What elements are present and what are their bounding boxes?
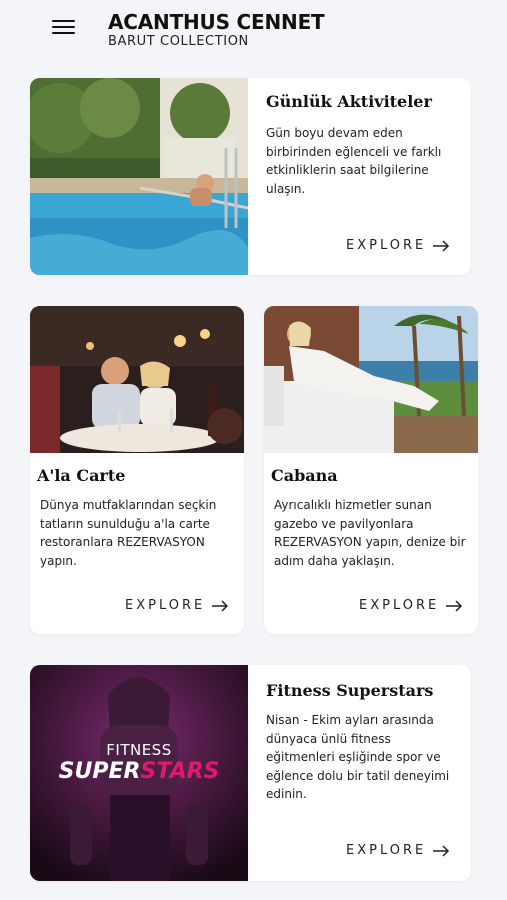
explore-label: EXPLORE [346,843,427,858]
explore-label: EXPLORE [125,598,206,613]
arrow-right-icon [433,239,450,252]
activities-card[interactable]: Günlük Aktiviteler Gün boyu devam eden b… [30,78,471,275]
card-description: Nisan - Ekim ayları arasında dünyaca ünl… [266,713,450,801]
explore-button[interactable]: EXPLORE [125,598,229,613]
card-title: Cabana [271,466,338,485]
arrow-right-icon [212,599,229,612]
pool-image [30,78,248,275]
app-header: ACANTHUS CENNET BARUT COLLECTION [0,0,507,64]
brand-subtitle: BARUT COLLECTION [108,34,249,49]
card-title: Fitness Superstars [266,681,434,700]
explore-label: EXPLORE [346,238,427,253]
card-description: Dünya mutfaklarından seçkin tatların sun… [40,498,217,568]
card-description: Ayrıcalıklı hizmetler sunan gazebo ve pa… [274,498,466,568]
cabana-image [264,306,478,453]
fitness-card[interactable]: FITNESS SUPERSTARS Fitness Superstars Ni… [30,665,471,881]
brand-title: ACANTHUS CENNET [108,10,325,34]
explore-button[interactable]: EXPLORE [359,598,463,613]
explore-button[interactable]: EXPLORE [346,843,450,858]
card-title: A'la Carte [37,466,126,485]
card-title: Günlük Aktiviteler [266,92,432,111]
arrow-right-icon [433,844,450,857]
dinner-image [30,306,244,453]
hamburger-menu-icon[interactable] [50,16,78,40]
arrow-right-icon [446,599,463,612]
explore-button[interactable]: EXPLORE [346,238,450,253]
fitness-logo-stars: STARS [140,759,220,784]
fitness-logo-super: SUPER [58,759,141,784]
fitness-logo-line1: FITNESS [106,741,172,759]
alacarte-card[interactable]: A'la Carte Dünya mutfaklarından seçkin t… [30,306,244,634]
fitness-image: FITNESS SUPERSTARS [30,665,248,881]
fitness-logo-text: FITNESS SUPERSTARS [30,741,248,784]
explore-label: EXPLORE [359,598,440,613]
card-description: Gün boyu devam eden birbirinden eğlencel… [266,126,442,196]
cabana-card[interactable]: Cabana Ayrıcalıklı hizmetler sunan gazeb… [264,306,478,634]
